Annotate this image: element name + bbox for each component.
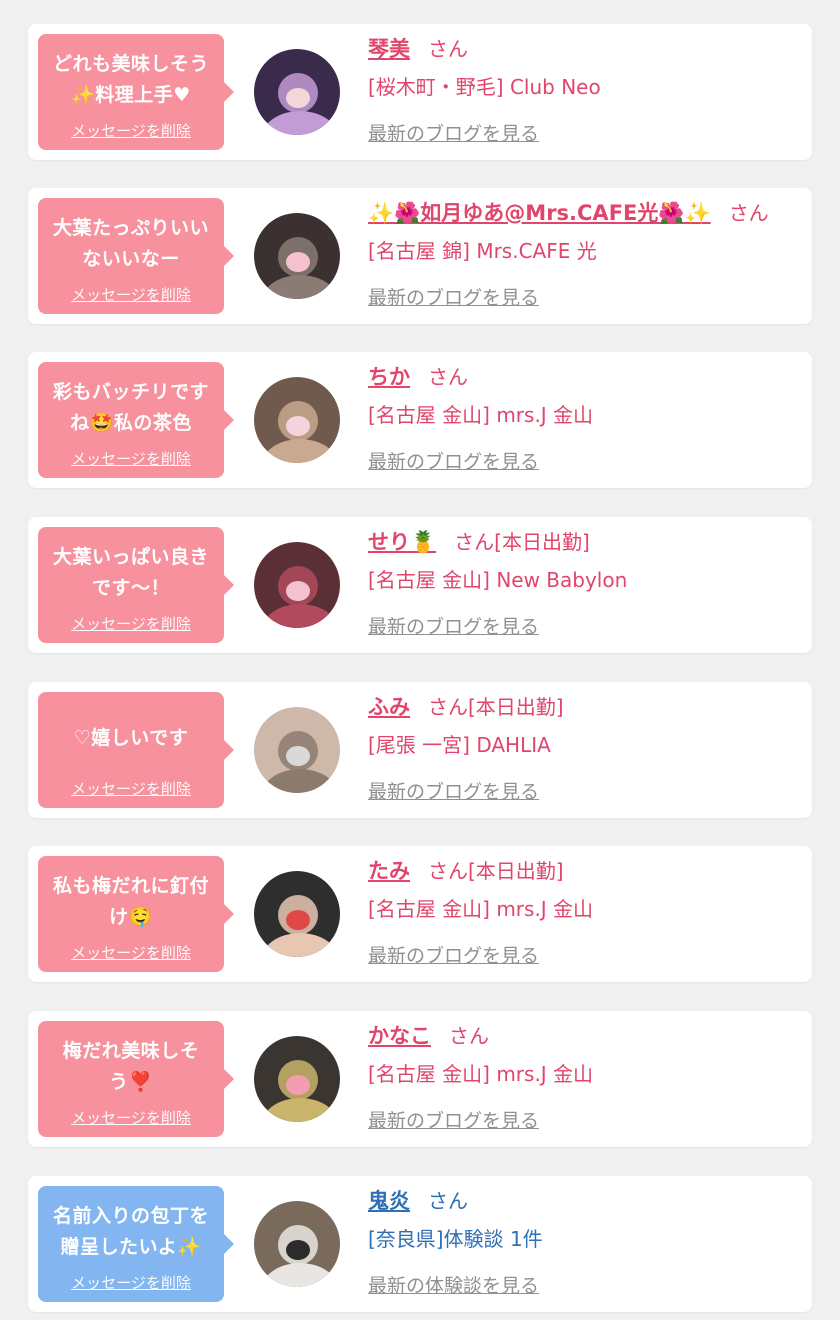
message-text: どれも美味しそう✨料理上手♥ xyxy=(52,53,209,106)
honorific: さん xyxy=(428,37,468,61)
honorific: さん[本日出勤] xyxy=(428,695,564,719)
message-card: 大葉いっぱい良きです〜！ メッセージを削除 せり🍍 さん[本日出勤] [名古屋 金… xyxy=(28,517,812,653)
cast-name-link[interactable]: せり🍍 xyxy=(368,530,436,554)
avatar[interactable] xyxy=(254,871,340,957)
cast-name-link[interactable]: たみ xyxy=(368,859,410,883)
delete-message-link[interactable]: メッセージを削除 xyxy=(71,120,191,150)
honorific: さん[本日出勤] xyxy=(454,530,590,554)
honorific: さん xyxy=(428,1189,468,1213)
message-card: 彩もバッチリですね🤩私の茶色 メッセージを削除 ちか さん [名古屋 金山] mr… xyxy=(28,352,812,488)
message-card: 梅だれ美味しそう❣️ メッセージを削除 かなこ さん [名古屋 金山] mrs.J… xyxy=(28,1011,812,1147)
cast-name-link[interactable]: かなこ xyxy=(368,1024,431,1048)
message-bubble: 名前入りの包丁を贈呈したいよ✨ メッセージを削除 xyxy=(38,1186,234,1302)
message-bubble: 私も梅だれに釘付け🤤 メッセージを削除 xyxy=(38,856,234,972)
message-bubble: ♡嬉しいです メッセージを削除 xyxy=(38,692,234,808)
message-card: 名前入りの包丁を贈呈したいよ✨ メッセージを削除 鬼炎 さん [奈良県]体験談 1… xyxy=(28,1176,812,1312)
shop-info: [桜木町・野毛] Club Neo xyxy=(368,75,601,99)
avatar[interactable] xyxy=(254,1036,340,1122)
message-text: 梅だれ美味しそう❣️ xyxy=(62,1040,200,1093)
latest-review-link[interactable]: 最新の体験談を見る xyxy=(368,1272,792,1300)
message-text: 私も梅だれに釘付け🤤 xyxy=(52,875,209,928)
message-text: 彩もバッチリですね🤩私の茶色 xyxy=(52,381,209,434)
cast-name-link[interactable]: 琴美 xyxy=(368,37,410,61)
honorific: さん xyxy=(728,201,769,225)
avatar[interactable] xyxy=(254,707,340,793)
honorific: さん xyxy=(449,1024,489,1048)
message-bubble: 梅だれ美味しそう❣️ メッセージを削除 xyxy=(38,1021,234,1137)
message-text: 名前入りの包丁を贈呈したいよ✨ xyxy=(52,1205,209,1258)
latest-blog-link[interactable]: 最新のブログを見る xyxy=(368,448,792,476)
delete-message-link[interactable]: メッセージを削除 xyxy=(71,284,191,314)
shop-info: [名古屋 金山] mrs.J 金山 xyxy=(368,897,594,921)
latest-blog-link[interactable]: 最新のブログを見る xyxy=(368,613,792,641)
message-text: ♡嬉しいです xyxy=(73,726,189,749)
avatar[interactable] xyxy=(254,1201,340,1287)
honorific: さん xyxy=(428,365,468,389)
message-text: 大葉たっぷりいいないいなー xyxy=(52,217,209,270)
message-card: どれも美味しそう✨料理上手♥ メッセージを削除 琴美 さん [桜木町・野毛] Cl… xyxy=(28,24,812,160)
latest-blog-link[interactable]: 最新のブログを見る xyxy=(368,284,792,312)
shop-info: [尾張 一宮] DAHLIA xyxy=(368,733,551,757)
message-list: どれも美味しそう✨料理上手♥ メッセージを削除 琴美 さん [桜木町・野毛] Cl… xyxy=(0,0,840,1320)
message-bubble: どれも美味しそう✨料理上手♥ メッセージを削除 xyxy=(38,34,234,150)
message-card: 大葉たっぷりいいないいなー メッセージを削除 ✨🌺如月ゆあ@Mrs.CAFE光🌺… xyxy=(28,188,812,324)
shop-info: [名古屋 金山] mrs.J 金山 xyxy=(368,403,594,427)
delete-message-link[interactable]: メッセージを削除 xyxy=(71,778,191,808)
latest-blog-link[interactable]: 最新のブログを見る xyxy=(368,120,792,148)
avatar[interactable] xyxy=(254,542,340,628)
latest-blog-link[interactable]: 最新のブログを見る xyxy=(368,942,792,970)
delete-message-link[interactable]: メッセージを削除 xyxy=(71,613,191,643)
delete-message-link[interactable]: メッセージを削除 xyxy=(71,1272,191,1302)
avatar[interactable] xyxy=(254,49,340,135)
message-bubble: 彩もバッチリですね🤩私の茶色 メッセージを削除 xyxy=(38,362,234,478)
shop-info: [名古屋 金山] mrs.J 金山 xyxy=(368,1062,594,1086)
cast-name-link[interactable]: ふみ xyxy=(368,695,410,719)
message-card: ♡嬉しいです メッセージを削除 ふみ さん[本日出勤] [尾張 一宮] DAHLI… xyxy=(28,682,812,818)
avatar[interactable] xyxy=(254,377,340,463)
message-text: 大葉いっぱい良きです〜！ xyxy=(52,546,209,599)
delete-message-link[interactable]: メッセージを削除 xyxy=(71,448,191,478)
reviewer-name-link[interactable]: 鬼炎 xyxy=(368,1189,410,1213)
delete-message-link[interactable]: メッセージを削除 xyxy=(71,1107,191,1137)
cast-name-link[interactable]: ✨🌺如月ゆあ@Mrs.CAFE光🌺✨ xyxy=(368,201,711,225)
shop-info: [名古屋 錦] Mrs.CAFE 光 xyxy=(368,239,597,263)
avatar[interactable] xyxy=(254,213,340,299)
latest-blog-link[interactable]: 最新のブログを見る xyxy=(368,778,792,806)
latest-blog-link[interactable]: 最新のブログを見る xyxy=(368,1107,792,1135)
shop-info: [名古屋 金山] New Babylon xyxy=(368,568,628,592)
message-bubble: 大葉いっぱい良きです〜！ メッセージを削除 xyxy=(38,527,234,643)
review-info: [奈良県]体験談 1件 xyxy=(368,1227,543,1251)
message-card: 私も梅だれに釘付け🤤 メッセージを削除 たみ さん[本日出勤] [名古屋 金山] … xyxy=(28,846,812,982)
honorific: さん[本日出勤] xyxy=(428,859,564,883)
message-bubble: 大葉たっぷりいいないいなー メッセージを削除 xyxy=(38,198,234,314)
delete-message-link[interactable]: メッセージを削除 xyxy=(71,942,191,972)
cast-name-link[interactable]: ちか xyxy=(368,365,410,389)
